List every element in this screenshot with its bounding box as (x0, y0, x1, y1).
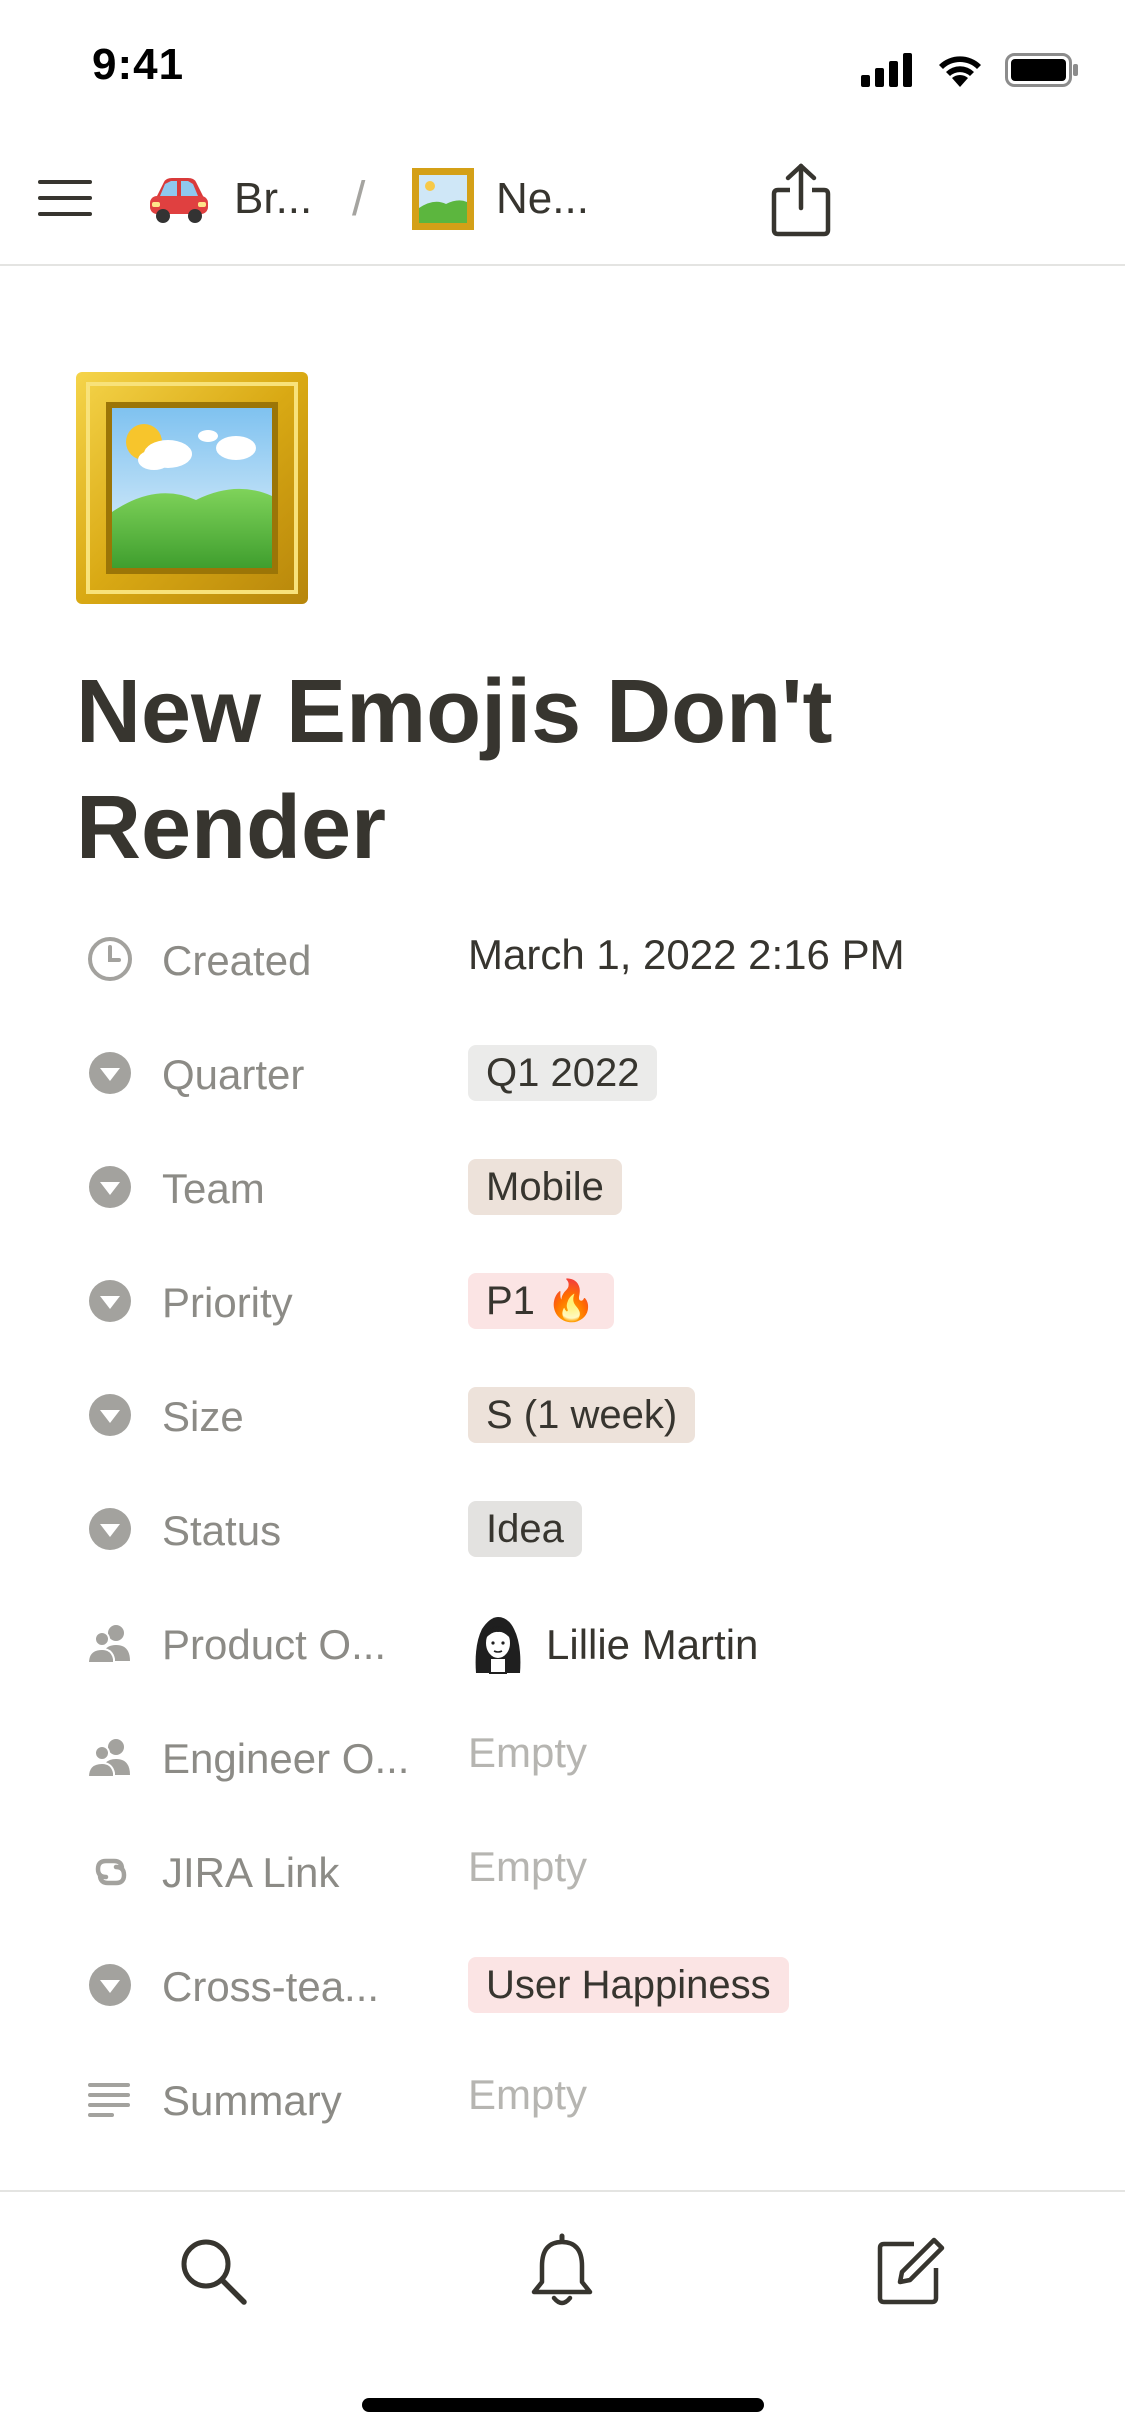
breadcrumb-item-current[interactable]: Ne... (412, 164, 589, 234)
tag-priority: P1 🔥 (468, 1273, 614, 1329)
breadcrumb-label-parent: Br... (234, 174, 313, 223)
wifi-icon (939, 56, 981, 87)
property-label: Cross-tea... (162, 1963, 380, 2010)
breadcrumb-item-parent[interactable]: Br... (146, 164, 312, 234)
bell-icon[interactable] (522, 2232, 602, 2312)
tag-team: Mobile (468, 1159, 622, 1215)
select-icon (89, 1280, 131, 1322)
compose-icon[interactable] (870, 2232, 950, 2312)
clock-icon (88, 937, 132, 981)
framed-picture-emoji (76, 372, 308, 604)
property-row-summary[interactable]: Summary Empty (76, 2045, 1076, 2159)
property-value: User Happiness (468, 1957, 789, 2013)
property-label: Quarter (162, 1051, 305, 1098)
property-label: Engineer O... (162, 1735, 410, 1782)
text-lines-icon (88, 2083, 130, 2117)
person-name: Lillie Martin (546, 1621, 759, 1668)
property-value: Mobile (468, 1159, 622, 1215)
tag-quarter: Q1 2022 (468, 1045, 658, 1101)
property-label: Product O... (162, 1621, 387, 1668)
bottom-tab-bar (0, 2190, 1125, 2436)
property-row-cross-team[interactable]: Cross-tea... User Happiness (76, 1931, 1076, 2045)
page-screen: 9:41 Br... / Ne... New Emojis Don't Rend… (0, 0, 1125, 2436)
property-label: Team (162, 1165, 265, 1212)
property-value: March 1, 2022 2:16 PM (468, 931, 905, 978)
property-row-engineer-owner[interactable]: Engineer O... Empty (76, 1703, 1076, 1817)
share-icon[interactable] (770, 162, 832, 238)
property-label: Created (162, 937, 312, 984)
battery-icon (1005, 53, 1078, 87)
property-value: Idea (468, 1501, 582, 1557)
status-bar: 9:41 (0, 0, 1125, 132)
property-row-team[interactable]: Team Mobile (76, 1133, 1076, 1247)
property-row-priority[interactable]: Priority P1 🔥 (76, 1247, 1076, 1361)
property-value-empty: Empty (468, 2071, 588, 2118)
properties-list: Created March 1, 2022 2:16 PM Quarter Q1… (76, 905, 1076, 2159)
status-icons (861, 50, 1079, 90)
property-value: Lillie Martin (468, 1615, 758, 1675)
property-value-empty: Empty (468, 1843, 588, 1890)
tag-status: Idea (468, 1501, 582, 1557)
person-icon (86, 1625, 130, 1664)
select-icon (89, 1508, 131, 1550)
property-label: Size (162, 1393, 244, 1440)
select-icon (89, 1394, 131, 1436)
property-row-quarter[interactable]: Quarter Q1 2022 (76, 1019, 1076, 1133)
tag-cross-team: User Happiness (468, 1957, 789, 2013)
property-label: Summary (162, 2077, 342, 2124)
cellular-signal-icon (861, 53, 912, 87)
select-icon (89, 1166, 131, 1208)
property-value: P1 🔥 (468, 1273, 614, 1329)
property-row-size[interactable]: Size S (1 week) (76, 1361, 1076, 1475)
property-row-created[interactable]: Created March 1, 2022 2:16 PM (76, 905, 1076, 1019)
property-label: JIRA Link (162, 1849, 340, 1896)
property-value: Q1 2022 (468, 1045, 658, 1101)
framed-picture-icon (412, 168, 474, 230)
nav-bar: Br... / Ne... (0, 132, 1125, 266)
link-icon (95, 1858, 127, 1886)
page-title[interactable]: New Emojis Don't Render (76, 654, 1056, 886)
person-icon (86, 1739, 130, 1778)
tag-size: S (1 week) (468, 1387, 696, 1443)
property-row-product-owner[interactable]: Product O... Lillie Martin (76, 1589, 1076, 1703)
property-value-empty: Empty (468, 1729, 588, 1776)
search-icon[interactable] (174, 2232, 254, 2312)
select-icon (89, 1052, 131, 1094)
breadcrumb-separator: / (352, 173, 366, 226)
status-time: 9:41 (92, 40, 185, 89)
car-icon (150, 178, 208, 223)
hamburger-menu-icon[interactable] (36, 168, 96, 228)
home-indicator (362, 2398, 764, 2412)
property-row-jira-link[interactable]: JIRA Link Empty (76, 1817, 1076, 1931)
property-value: S (1 week) (468, 1387, 696, 1443)
property-row-status[interactable]: Status Idea (76, 1475, 1076, 1589)
breadcrumb-label-current: Ne... (496, 174, 589, 223)
avatar (475, 1617, 521, 1674)
select-icon (89, 1964, 131, 2006)
property-label: Status (162, 1507, 282, 1554)
property-label: Priority (162, 1279, 293, 1326)
